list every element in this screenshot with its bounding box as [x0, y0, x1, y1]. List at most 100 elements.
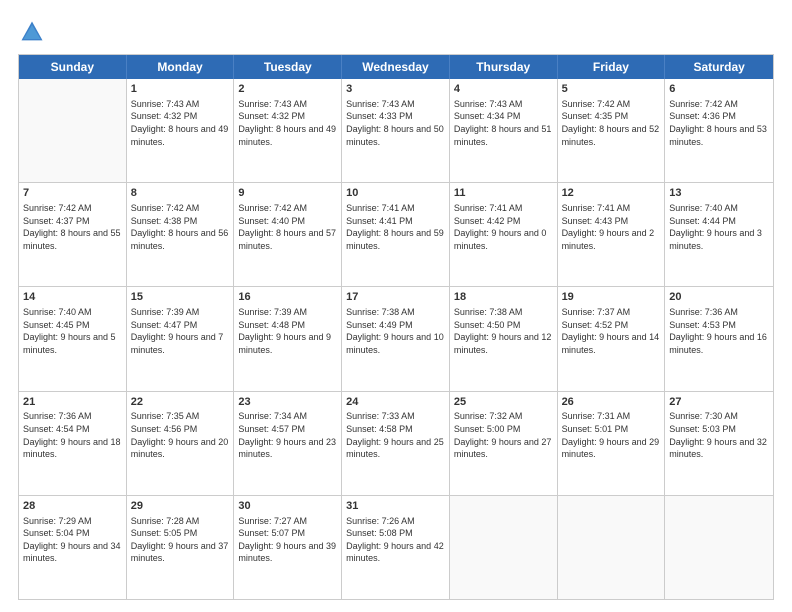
day-info: Sunrise: 7:38 AMSunset: 4:50 PMDaylight:… — [454, 306, 553, 356]
day-info: Sunrise: 7:43 AMSunset: 4:33 PMDaylight:… — [346, 98, 445, 148]
day-cell-26: 26Sunrise: 7:31 AMSunset: 5:01 PMDayligh… — [558, 392, 666, 495]
day-info: Sunrise: 7:43 AMSunset: 4:34 PMDaylight:… — [454, 98, 553, 148]
day-number: 21 — [23, 395, 122, 410]
day-cell-1: 1Sunrise: 7:43 AMSunset: 4:32 PMDaylight… — [127, 79, 235, 182]
day-info: Sunrise: 7:29 AMSunset: 5:04 PMDaylight:… — [23, 515, 122, 565]
day-cell-20: 20Sunrise: 7:36 AMSunset: 4:53 PMDayligh… — [665, 287, 773, 390]
header-day-sunday: Sunday — [19, 55, 127, 79]
day-cell-11: 11Sunrise: 7:41 AMSunset: 4:42 PMDayligh… — [450, 183, 558, 286]
calendar-header: SundayMondayTuesdayWednesdayThursdayFrid… — [19, 55, 773, 79]
day-number: 10 — [346, 186, 445, 201]
day-cell-19: 19Sunrise: 7:37 AMSunset: 4:52 PMDayligh… — [558, 287, 666, 390]
day-number: 27 — [669, 395, 769, 410]
day-number: 31 — [346, 499, 445, 514]
day-info: Sunrise: 7:37 AMSunset: 4:52 PMDaylight:… — [562, 306, 661, 356]
empty-cell — [19, 79, 127, 182]
day-cell-30: 30Sunrise: 7:27 AMSunset: 5:07 PMDayligh… — [234, 496, 342, 599]
day-cell-16: 16Sunrise: 7:39 AMSunset: 4:48 PMDayligh… — [234, 287, 342, 390]
day-cell-10: 10Sunrise: 7:41 AMSunset: 4:41 PMDayligh… — [342, 183, 450, 286]
day-info: Sunrise: 7:40 AMSunset: 4:44 PMDaylight:… — [669, 202, 769, 252]
day-cell-24: 24Sunrise: 7:33 AMSunset: 4:58 PMDayligh… — [342, 392, 450, 495]
empty-cell — [558, 496, 666, 599]
day-cell-8: 8Sunrise: 7:42 AMSunset: 4:38 PMDaylight… — [127, 183, 235, 286]
empty-cell — [450, 496, 558, 599]
day-info: Sunrise: 7:42 AMSunset: 4:37 PMDaylight:… — [23, 202, 122, 252]
day-info: Sunrise: 7:42 AMSunset: 4:38 PMDaylight:… — [131, 202, 230, 252]
day-cell-22: 22Sunrise: 7:35 AMSunset: 4:56 PMDayligh… — [127, 392, 235, 495]
day-info: Sunrise: 7:30 AMSunset: 5:03 PMDaylight:… — [669, 410, 769, 460]
day-info: Sunrise: 7:42 AMSunset: 4:35 PMDaylight:… — [562, 98, 661, 148]
day-number: 6 — [669, 82, 769, 97]
empty-cell — [665, 496, 773, 599]
header-day-tuesday: Tuesday — [234, 55, 342, 79]
day-cell-29: 29Sunrise: 7:28 AMSunset: 5:05 PMDayligh… — [127, 496, 235, 599]
day-info: Sunrise: 7:42 AMSunset: 4:40 PMDaylight:… — [238, 202, 337, 252]
day-number: 14 — [23, 290, 122, 305]
day-number: 16 — [238, 290, 337, 305]
day-number: 19 — [562, 290, 661, 305]
day-cell-13: 13Sunrise: 7:40 AMSunset: 4:44 PMDayligh… — [665, 183, 773, 286]
header-day-saturday: Saturday — [665, 55, 773, 79]
day-number: 22 — [131, 395, 230, 410]
day-cell-3: 3Sunrise: 7:43 AMSunset: 4:33 PMDaylight… — [342, 79, 450, 182]
day-cell-14: 14Sunrise: 7:40 AMSunset: 4:45 PMDayligh… — [19, 287, 127, 390]
day-number: 25 — [454, 395, 553, 410]
day-number: 5 — [562, 82, 661, 97]
logo-icon — [18, 18, 46, 46]
day-cell-12: 12Sunrise: 7:41 AMSunset: 4:43 PMDayligh… — [558, 183, 666, 286]
calendar-row-4: 28Sunrise: 7:29 AMSunset: 5:04 PMDayligh… — [19, 495, 773, 599]
day-number: 7 — [23, 186, 122, 201]
header-day-friday: Friday — [558, 55, 666, 79]
day-number: 11 — [454, 186, 553, 201]
day-info: Sunrise: 7:42 AMSunset: 4:36 PMDaylight:… — [669, 98, 769, 148]
calendar-row-1: 7Sunrise: 7:42 AMSunset: 4:37 PMDaylight… — [19, 182, 773, 286]
day-number: 18 — [454, 290, 553, 305]
day-cell-7: 7Sunrise: 7:42 AMSunset: 4:37 PMDaylight… — [19, 183, 127, 286]
day-number: 29 — [131, 499, 230, 514]
day-cell-9: 9Sunrise: 7:42 AMSunset: 4:40 PMDaylight… — [234, 183, 342, 286]
day-info: Sunrise: 7:35 AMSunset: 4:56 PMDaylight:… — [131, 410, 230, 460]
calendar-row-0: 1Sunrise: 7:43 AMSunset: 4:32 PMDaylight… — [19, 79, 773, 182]
day-number: 2 — [238, 82, 337, 97]
day-cell-6: 6Sunrise: 7:42 AMSunset: 4:36 PMDaylight… — [665, 79, 773, 182]
day-cell-18: 18Sunrise: 7:38 AMSunset: 4:50 PMDayligh… — [450, 287, 558, 390]
day-info: Sunrise: 7:43 AMSunset: 4:32 PMDaylight:… — [131, 98, 230, 148]
day-number: 28 — [23, 499, 122, 514]
day-number: 12 — [562, 186, 661, 201]
day-info: Sunrise: 7:28 AMSunset: 5:05 PMDaylight:… — [131, 515, 230, 565]
calendar: SundayMondayTuesdayWednesdayThursdayFrid… — [18, 54, 774, 600]
day-number: 26 — [562, 395, 661, 410]
logo — [18, 18, 52, 46]
day-info: Sunrise: 7:43 AMSunset: 4:32 PMDaylight:… — [238, 98, 337, 148]
day-cell-5: 5Sunrise: 7:42 AMSunset: 4:35 PMDaylight… — [558, 79, 666, 182]
day-number: 3 — [346, 82, 445, 97]
day-info: Sunrise: 7:38 AMSunset: 4:49 PMDaylight:… — [346, 306, 445, 356]
calendar-body: 1Sunrise: 7:43 AMSunset: 4:32 PMDaylight… — [19, 79, 773, 599]
day-number: 8 — [131, 186, 230, 201]
day-info: Sunrise: 7:26 AMSunset: 5:08 PMDaylight:… — [346, 515, 445, 565]
day-info: Sunrise: 7:40 AMSunset: 4:45 PMDaylight:… — [23, 306, 122, 356]
day-cell-4: 4Sunrise: 7:43 AMSunset: 4:34 PMDaylight… — [450, 79, 558, 182]
day-cell-21: 21Sunrise: 7:36 AMSunset: 4:54 PMDayligh… — [19, 392, 127, 495]
day-info: Sunrise: 7:36 AMSunset: 4:54 PMDaylight:… — [23, 410, 122, 460]
day-info: Sunrise: 7:33 AMSunset: 4:58 PMDaylight:… — [346, 410, 445, 460]
day-info: Sunrise: 7:39 AMSunset: 4:48 PMDaylight:… — [238, 306, 337, 356]
header — [18, 18, 774, 46]
day-number: 13 — [669, 186, 769, 201]
day-info: Sunrise: 7:41 AMSunset: 4:43 PMDaylight:… — [562, 202, 661, 252]
day-cell-23: 23Sunrise: 7:34 AMSunset: 4:57 PMDayligh… — [234, 392, 342, 495]
day-number: 9 — [238, 186, 337, 201]
calendar-row-2: 14Sunrise: 7:40 AMSunset: 4:45 PMDayligh… — [19, 286, 773, 390]
header-day-thursday: Thursday — [450, 55, 558, 79]
day-cell-31: 31Sunrise: 7:26 AMSunset: 5:08 PMDayligh… — [342, 496, 450, 599]
day-info: Sunrise: 7:41 AMSunset: 4:42 PMDaylight:… — [454, 202, 553, 252]
day-number: 24 — [346, 395, 445, 410]
day-info: Sunrise: 7:34 AMSunset: 4:57 PMDaylight:… — [238, 410, 337, 460]
day-info: Sunrise: 7:41 AMSunset: 4:41 PMDaylight:… — [346, 202, 445, 252]
header-day-wednesday: Wednesday — [342, 55, 450, 79]
day-info: Sunrise: 7:32 AMSunset: 5:00 PMDaylight:… — [454, 410, 553, 460]
page: SundayMondayTuesdayWednesdayThursdayFrid… — [0, 0, 792, 612]
day-info: Sunrise: 7:39 AMSunset: 4:47 PMDaylight:… — [131, 306, 230, 356]
header-day-monday: Monday — [127, 55, 235, 79]
day-number: 17 — [346, 290, 445, 305]
